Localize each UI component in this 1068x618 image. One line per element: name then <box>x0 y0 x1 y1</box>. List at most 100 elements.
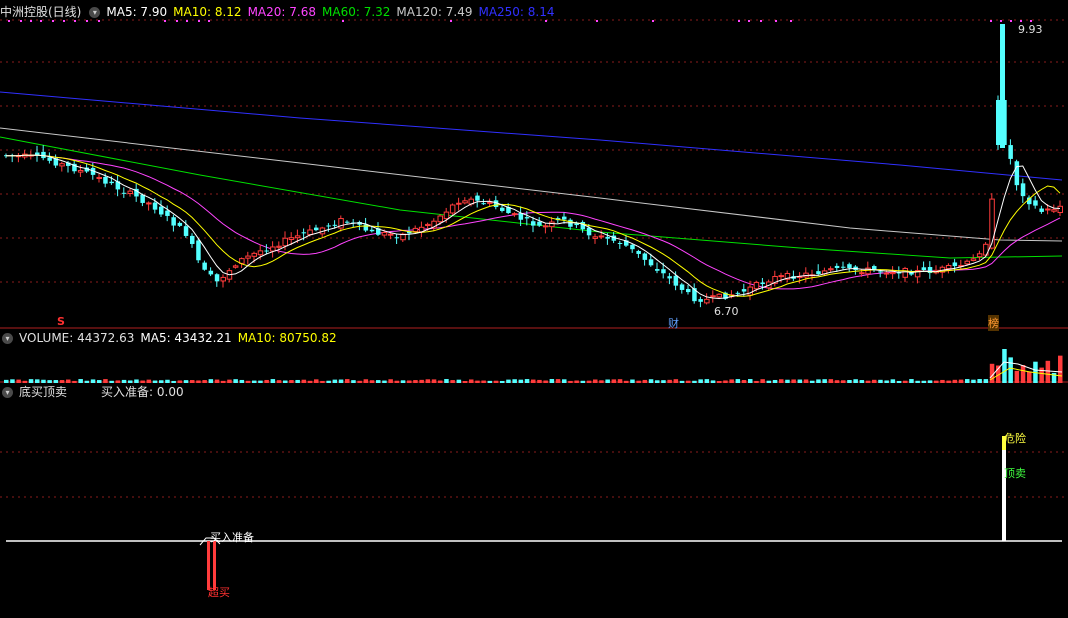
volume-bar <box>580 380 586 383</box>
candle-body <box>127 190 133 194</box>
candle-body <box>394 237 400 239</box>
volume-bar <box>202 380 207 383</box>
candle-body <box>369 229 375 232</box>
volume-bar <box>717 380 722 383</box>
volume-bar <box>413 380 418 383</box>
volume-bar <box>97 380 102 383</box>
ma120-readout: MA120: 7.49 <box>396 5 473 19</box>
chao-mai-bar <box>207 541 210 590</box>
volume-bar <box>853 379 858 383</box>
volume-bar <box>301 379 307 383</box>
chao-mai-bar <box>213 541 216 590</box>
bang-marker: 榜 <box>988 315 999 331</box>
stock-name[interactable]: 中洲控股(日线) <box>0 4 81 20</box>
volume-bar <box>419 379 424 383</box>
volume-bar <box>171 380 176 383</box>
candle-body <box>542 225 549 228</box>
volume-bar <box>859 380 865 383</box>
low-price-label: 6.70 <box>714 305 739 318</box>
candle-body <box>103 176 108 184</box>
ma10-readout: MA10: 8.12 <box>173 5 242 19</box>
candle-body <box>847 264 852 268</box>
volume-bar <box>289 380 294 383</box>
volume-bar <box>903 380 908 383</box>
volume-settings-icon[interactable]: ▾ <box>2 332 13 344</box>
candle-body <box>214 274 220 282</box>
volume-bar <box>946 380 951 383</box>
volume-bar <box>400 380 406 383</box>
volume-bar <box>630 379 635 383</box>
candle-body <box>146 202 152 205</box>
volume-bar <box>803 379 809 383</box>
volume-bar <box>363 379 369 383</box>
indicator-name[interactable]: 底买顶卖 <box>19 384 67 400</box>
volume-bar <box>66 379 71 383</box>
volume-bar <box>723 380 728 383</box>
candle-body <box>976 253 983 258</box>
volume-bar <box>735 379 741 383</box>
candle-body <box>332 224 338 226</box>
volume-header: ▾ VOLUME: 44372.63 MA5: 43432.21 MA10: 8… <box>0 330 343 346</box>
candle-body <box>443 211 450 220</box>
volume-bar <box>152 380 158 383</box>
candle-body <box>562 216 567 220</box>
candle-body <box>537 221 542 226</box>
volume-bar <box>847 379 852 383</box>
candle-body <box>481 203 486 205</box>
volume-bar <box>977 379 982 383</box>
volume-bar <box>196 380 201 383</box>
candle-body <box>816 271 821 275</box>
candle-body <box>363 224 369 231</box>
volume-bar <box>692 380 697 383</box>
volume-bar <box>952 379 958 383</box>
candle-body <box>232 265 239 268</box>
candle-body <box>636 250 641 254</box>
danger-bar <box>1002 436 1006 541</box>
volume-bar <box>469 379 474 383</box>
volume-bar <box>338 379 344 383</box>
candle-body <box>1039 208 1044 212</box>
volume-bar <box>884 380 889 383</box>
volume-bar <box>326 380 331 383</box>
volume-bar <box>103 379 108 383</box>
volume-bar <box>320 380 325 383</box>
volume-bar <box>214 379 220 383</box>
candle-body <box>760 282 765 285</box>
ma20-readout: MA20: 7.68 <box>247 5 316 19</box>
volume-bar <box>28 379 34 383</box>
volume-bar <box>394 380 400 383</box>
indicator-settings-icon[interactable]: ▾ <box>2 386 13 398</box>
candle-body <box>387 233 394 236</box>
volume-bar <box>109 380 114 383</box>
volume-bar <box>574 380 579 383</box>
volume-bar <box>599 380 604 383</box>
candle-body <box>196 240 201 261</box>
volume-bar <box>128 380 133 383</box>
volume-bar <box>190 380 195 383</box>
settings-circle-icon[interactable]: ▾ <box>89 6 101 18</box>
candle-body <box>778 275 784 278</box>
volume-bar <box>605 379 610 383</box>
volume-bar <box>115 380 121 383</box>
candle-body <box>747 286 753 296</box>
signal-dot <box>1030 20 1032 22</box>
candle-body <box>326 225 331 227</box>
price-header: 中洲控股(日线) ▾ MA5: 7.90 MA10: 8.12 MA20: 7.… <box>0 4 561 20</box>
ma250-readout: MA250: 8.14 <box>478 5 555 19</box>
price-chart[interactable] <box>0 0 1068 618</box>
candle-body <box>883 272 890 275</box>
candle-body <box>1033 200 1038 206</box>
candle-body <box>264 250 269 252</box>
signal-dot <box>790 20 792 22</box>
volume-bar <box>828 379 834 383</box>
volume-bar <box>810 380 815 383</box>
signal-dot <box>450 20 452 22</box>
candle-body <box>190 235 195 244</box>
candle-body <box>77 169 84 173</box>
signal-dot <box>1000 20 1002 22</box>
signal-dot <box>990 20 992 22</box>
volume-bar <box>822 379 827 383</box>
top-sell-label: 顶卖 <box>1004 467 1026 480</box>
candle-body <box>704 298 710 304</box>
volume-bar <box>890 379 896 383</box>
